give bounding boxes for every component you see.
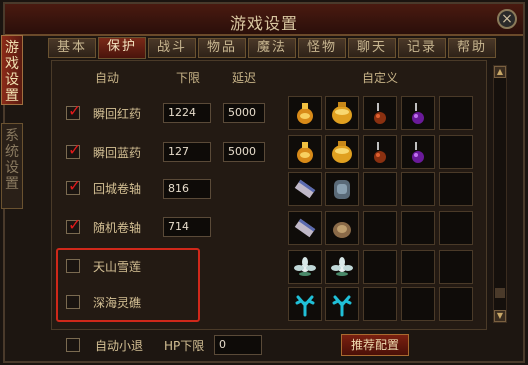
empty-item-slot[interactable]: [439, 250, 473, 284]
row-label: 回城卷轴: [93, 182, 142, 196]
column-header-delay: 延迟: [232, 71, 257, 85]
recommend-config-button[interactable]: 推荐配置: [341, 334, 409, 356]
empty-item-slot[interactable]: [363, 211, 397, 245]
scroll-up-icon[interactable]: ▲: [494, 66, 506, 78]
item-slot[interactable]: [401, 135, 435, 169]
row-label: 随机卷轴: [93, 221, 142, 235]
scroll-thumb[interactable]: [495, 288, 505, 298]
tab-chat[interactable]: 聊天: [348, 38, 396, 58]
item-slot[interactable]: [325, 211, 359, 245]
item-slot[interactable]: [288, 96, 322, 130]
item-slot[interactable]: [325, 172, 359, 206]
window-title: 游戏设置: [229, 14, 298, 33]
side-tab-game-settings[interactable]: 游戏设置: [1, 35, 23, 105]
tab-protect[interactable]: 保护: [98, 37, 146, 59]
empty-item-slot[interactable]: [401, 287, 435, 321]
item-slot[interactable]: [363, 96, 397, 130]
empty-item-slot[interactable]: [363, 250, 397, 284]
delay-input[interactable]: 5000: [223, 103, 265, 123]
hp-limit-input[interactable]: 0: [214, 335, 262, 355]
hp-limit-label: HP下限: [164, 339, 205, 353]
empty-item-slot[interactable]: [363, 172, 397, 206]
tab-monster[interactable]: 怪物: [298, 38, 346, 58]
side-tabs: 游戏设置 系统设置: [0, 35, 26, 335]
tab-battle[interactable]: 战斗: [148, 38, 196, 58]
side-tab-system-settings[interactable]: 系统设置: [1, 123, 23, 209]
highlight-box: [56, 248, 200, 322]
tab-help[interactable]: 帮助: [448, 38, 496, 58]
empty-item-slot[interactable]: [439, 96, 473, 130]
close-button[interactable]: ×: [497, 9, 517, 29]
empty-item-slot[interactable]: [363, 287, 397, 321]
check-mark-icon: ✓: [68, 176, 82, 195]
delay-input[interactable]: 5000: [223, 142, 265, 162]
row-checkbox[interactable]: ✓: [66, 215, 82, 234]
row-label: 瞬回红药: [93, 107, 142, 121]
item-slot[interactable]: [325, 135, 359, 169]
row-label: 瞬回蓝药: [93, 146, 142, 160]
empty-item-slot[interactable]: [439, 172, 473, 206]
auto-quit-checkbox[interactable]: [66, 338, 80, 352]
tab-basic[interactable]: 基本: [48, 38, 96, 58]
lower-limit-input[interactable]: 127: [163, 142, 211, 162]
item-slot[interactable]: [288, 287, 322, 321]
row-checkbox[interactable]: ✓: [66, 140, 82, 159]
tab-record[interactable]: 记录: [398, 38, 446, 58]
row-checkbox[interactable]: ✓: [66, 101, 82, 120]
scroll-down-icon[interactable]: ▼: [494, 310, 506, 322]
check-mark-icon: ✓: [68, 215, 82, 234]
tab-magic[interactable]: 魔法: [248, 38, 296, 58]
auto-quit-label: 自动小退: [95, 339, 144, 353]
empty-item-slot[interactable]: [401, 211, 435, 245]
column-header-lower: 下限: [176, 71, 201, 85]
item-slot[interactable]: [288, 211, 322, 245]
row-checkbox[interactable]: ✓: [66, 176, 82, 195]
empty-item-slot[interactable]: [401, 172, 435, 206]
check-mark-icon: ✓: [68, 101, 82, 120]
item-slot[interactable]: [325, 287, 359, 321]
item-slot[interactable]: [325, 250, 359, 284]
tab-items[interactable]: 物品: [198, 38, 246, 58]
item-slot[interactable]: [401, 96, 435, 130]
item-slot[interactable]: [288, 172, 322, 206]
lower-limit-input[interactable]: 1224: [163, 103, 211, 123]
item-slot[interactable]: [363, 135, 397, 169]
item-slot[interactable]: [288, 135, 322, 169]
lower-limit-input[interactable]: 714: [163, 217, 211, 237]
check-mark-icon: ✓: [68, 140, 82, 159]
empty-item-slot[interactable]: [439, 135, 473, 169]
item-slot[interactable]: [325, 96, 359, 130]
column-header-auto: 自动: [95, 71, 120, 85]
lower-limit-input[interactable]: 816: [163, 179, 211, 199]
item-slot[interactable]: [288, 250, 322, 284]
empty-item-slot[interactable]: [401, 250, 435, 284]
column-header-custom: 自定义: [362, 71, 399, 85]
title-bar: 游戏设置 ×: [5, 4, 523, 36]
scrollbar[interactable]: ▲ ▼: [493, 65, 507, 323]
empty-item-slot[interactable]: [439, 211, 473, 245]
empty-item-slot[interactable]: [439, 287, 473, 321]
